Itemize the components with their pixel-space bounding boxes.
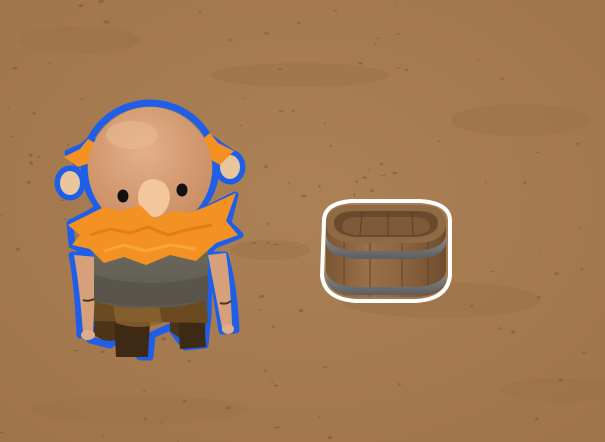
ground-speck — [404, 68, 409, 71]
ground-speck — [263, 32, 270, 35]
ground-speck — [537, 295, 541, 299]
ground-speck — [395, 2, 397, 5]
left-eye — [117, 189, 129, 203]
ground-speck — [228, 39, 232, 41]
right-eye — [176, 183, 188, 197]
ground-speck — [523, 181, 527, 185]
ground-speck — [355, 180, 358, 184]
ground-speck — [373, 43, 376, 45]
ground-speck — [470, 304, 474, 308]
ground-speck — [484, 181, 487, 183]
ground-speck — [297, 21, 301, 25]
ground-speck — [368, 169, 371, 171]
ground-speck — [576, 142, 580, 145]
ground-speck — [15, 247, 21, 251]
left-ear — [60, 171, 80, 195]
ground-speck — [101, 16, 103, 17]
ground-speck — [500, 77, 504, 80]
ground-speck — [579, 226, 582, 229]
ground-speck — [182, 400, 187, 403]
ground-speck — [278, 110, 284, 112]
ground-speck — [263, 369, 268, 372]
ground-speck — [362, 176, 368, 179]
ground-speck — [267, 222, 270, 226]
ground-speck — [12, 67, 18, 70]
ground-speck — [251, 242, 256, 244]
ground-speck — [291, 109, 295, 112]
ground-speck — [0, 431, 5, 434]
ground-speck — [375, 37, 380, 39]
ground-speck — [288, 181, 291, 185]
game-viewport[interactable] — [0, 0, 605, 442]
ground-speck — [511, 330, 516, 334]
wooden-tub[interactable] — [312, 195, 460, 307]
ground-speck — [270, 381, 275, 383]
ground-speck — [398, 382, 401, 386]
ground-speck — [101, 434, 105, 437]
ground-speck — [26, 180, 32, 184]
ground-speck — [273, 384, 279, 387]
ground-speck — [396, 67, 401, 69]
ground-speck — [581, 352, 588, 354]
ground-speck — [323, 122, 327, 125]
ground-speck — [535, 417, 539, 421]
ground-speck — [37, 156, 41, 159]
ground-speck — [29, 153, 33, 158]
ground-speck — [536, 151, 539, 154]
ground-speck — [9, 136, 14, 138]
ground-speck — [274, 426, 280, 429]
old-man-character[interactable] — [50, 95, 250, 370]
ground-speck — [395, 33, 400, 35]
ground-speck — [78, 4, 84, 8]
ground-speck — [103, 20, 110, 24]
ground-speck — [334, 9, 337, 12]
ground-speck — [554, 272, 560, 276]
ground-speck — [379, 162, 383, 166]
ground-speck — [32, 112, 37, 115]
ground-speck — [199, 10, 201, 14]
ground-speck — [358, 62, 363, 65]
ground-speck — [7, 107, 10, 110]
ground-speck — [301, 194, 307, 198]
ground-speck — [142, 390, 147, 392]
ground-speck — [263, 165, 268, 169]
ground-speck — [271, 325, 275, 329]
ground-speck — [540, 250, 542, 252]
ground-speck — [322, 366, 328, 368]
ground-speck — [318, 184, 321, 188]
ground-speck — [48, 62, 51, 65]
ground-speck — [580, 268, 584, 271]
ground-speck — [45, 388, 48, 390]
ground-speck — [267, 241, 269, 245]
ground-speck — [318, 416, 321, 418]
ground-speck — [370, 189, 375, 193]
ground-speck — [380, 174, 386, 176]
ground-speck — [226, 406, 232, 410]
ground-speck — [490, 270, 495, 273]
ground-speck — [256, 309, 262, 311]
ground-speck — [558, 379, 564, 382]
ground-speck — [258, 294, 265, 298]
ground-speck — [144, 417, 147, 421]
ground-speck — [327, 436, 332, 440]
ground-speck — [29, 161, 34, 165]
ground-speck — [477, 59, 480, 61]
ground-speck — [160, 421, 163, 424]
ground-speck — [295, 247, 298, 249]
ground-speck — [329, 144, 333, 148]
ground-speck — [298, 309, 304, 313]
ground-speck — [437, 140, 440, 143]
ground-speck — [273, 244, 279, 246]
ground-speck — [497, 327, 502, 330]
ground-speck — [392, 171, 398, 175]
ground-speck — [278, 68, 282, 71]
